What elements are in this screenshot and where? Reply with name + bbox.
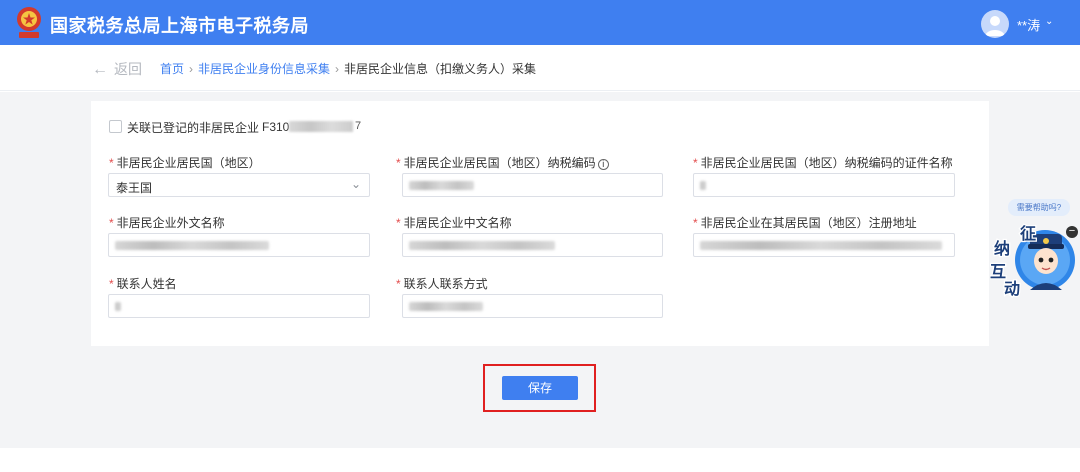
foreign-name-input[interactable] (108, 233, 370, 257)
contact-name-input[interactable] (108, 294, 370, 318)
user-avatar-icon (985, 16, 1005, 36)
associate-code-tail: 7 (355, 120, 362, 132)
chinese-name-input[interactable] (402, 233, 663, 257)
associate-label[interactable]: 关联已登记的非居民企业 (127, 119, 259, 136)
redacted-text (700, 181, 706, 190)
field-label-tax-code: * 非居民企业居民国（地区）纳税编码 i (396, 154, 609, 171)
helper-char: 纳 (994, 239, 1010, 258)
field-label-tax-code-doc-name: * 非居民企业居民国（地区）纳税编码的证件名称 (693, 156, 953, 170)
redacted-text (409, 181, 474, 190)
redacted-text (115, 302, 121, 311)
chevron-down-icon[interactable]: ⌄ (1045, 16, 1053, 27)
breadcrumb: 首页 › 非居民企业身份信息采集 › 非居民企业信息（扣缴义务人）采集 (160, 60, 536, 77)
breadcrumb-current: 非居民企业信息（扣缴义务人）采集 (344, 62, 537, 76)
field-label-contact-name: * 联系人姓名 (109, 277, 177, 291)
tax-code-doc-name-input[interactable] (693, 173, 955, 197)
registered-address-input[interactable] (693, 233, 955, 257)
info-icon[interactable]: i (597, 159, 609, 170)
arrow-left-icon: ← (92, 61, 108, 78)
chevron-down-icon: ⌄ (350, 177, 361, 191)
contact-phone-input[interactable] (402, 294, 663, 318)
field-label-registered-address: * 非居民企业在其居民国（地区）注册地址 (693, 216, 917, 230)
redacted-text (409, 241, 555, 250)
save-button[interactable]: 保存 (502, 376, 578, 400)
breadcrumb-bar: ← 返回 首页 › 非居民企业身份信息采集 › 非居民企业信息（扣缴义务人）采集 (0, 45, 1080, 91)
breadcrumb-separator: › (189, 62, 194, 76)
residence-country-value: 泰王国 (116, 181, 153, 195)
page-footer-strip (0, 448, 1080, 472)
field-label-chinese-name: * 非居民企业中文名称 (396, 216, 512, 230)
redacted-text (700, 241, 942, 250)
associate-code: F310 (262, 120, 290, 134)
top-header: 国家税务总局上海市电子税务局 **涛 ⌄ (0, 0, 1080, 45)
breadcrumb-home[interactable]: 首页 (160, 62, 184, 76)
breadcrumb-collection[interactable]: 非居民企业身份信息采集 (198, 62, 330, 76)
helper-char: 征 (1020, 224, 1036, 243)
tax-emblem-icon (17, 7, 41, 38)
associate-checkbox[interactable] (109, 120, 122, 133)
user-name[interactable]: **涛 (1017, 15, 1040, 34)
helper-char: 动 (1004, 280, 1020, 298)
redacted-text (115, 241, 269, 250)
help-bubble[interactable]: 需要帮助吗? (1008, 199, 1070, 216)
helper-char: 互 (990, 263, 1006, 281)
redacted-text (409, 302, 483, 311)
back-button[interactable]: ← 返回 (92, 59, 142, 79)
redacted-text (289, 121, 353, 132)
residence-country-select[interactable]: 泰王国 ⌄ (108, 173, 370, 197)
field-label-residence-country: * 非居民企业居民国（地区） (109, 156, 261, 170)
assistant-widget[interactable]: 征 纳 互 动 (990, 220, 1080, 300)
field-label-foreign-name: * 非居民企业外文名称 (109, 216, 225, 230)
back-label: 返回 (114, 61, 142, 77)
breadcrumb-separator: › (335, 62, 340, 76)
user-avatar[interactable] (981, 10, 1009, 38)
app-title: 国家税务总局上海市电子税务局 (50, 16, 309, 36)
field-label-contact-phone: * 联系人联系方式 (396, 277, 488, 291)
tax-code-input[interactable] (402, 173, 663, 197)
